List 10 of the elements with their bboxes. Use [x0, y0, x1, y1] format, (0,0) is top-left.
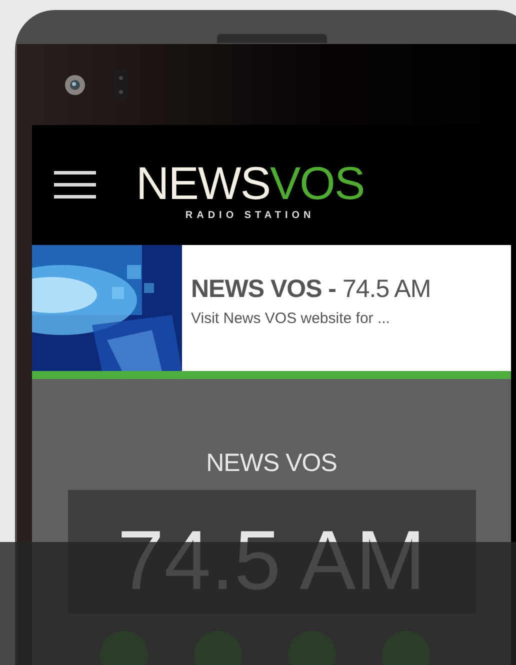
logo-accent-text: VOS: [270, 156, 364, 208]
logo-text: NEWS: [136, 156, 270, 208]
camera-icon: [64, 74, 86, 96]
station-title: NEWS VOS - 74.5 AM: [191, 275, 431, 304]
logo-tagline: RADIO STATION: [185, 210, 315, 220]
station-name: NEWS VOS: [206, 449, 337, 478]
station-description: Visit News VOS website for ...: [191, 310, 391, 327]
menu-icon[interactable]: [54, 171, 96, 199]
station-card[interactable]: NEWS VOS - 74.5 AM Visit News VOS website for ...: [32, 245, 511, 371]
frequency-text: 74.5 AM: [117, 518, 426, 602]
